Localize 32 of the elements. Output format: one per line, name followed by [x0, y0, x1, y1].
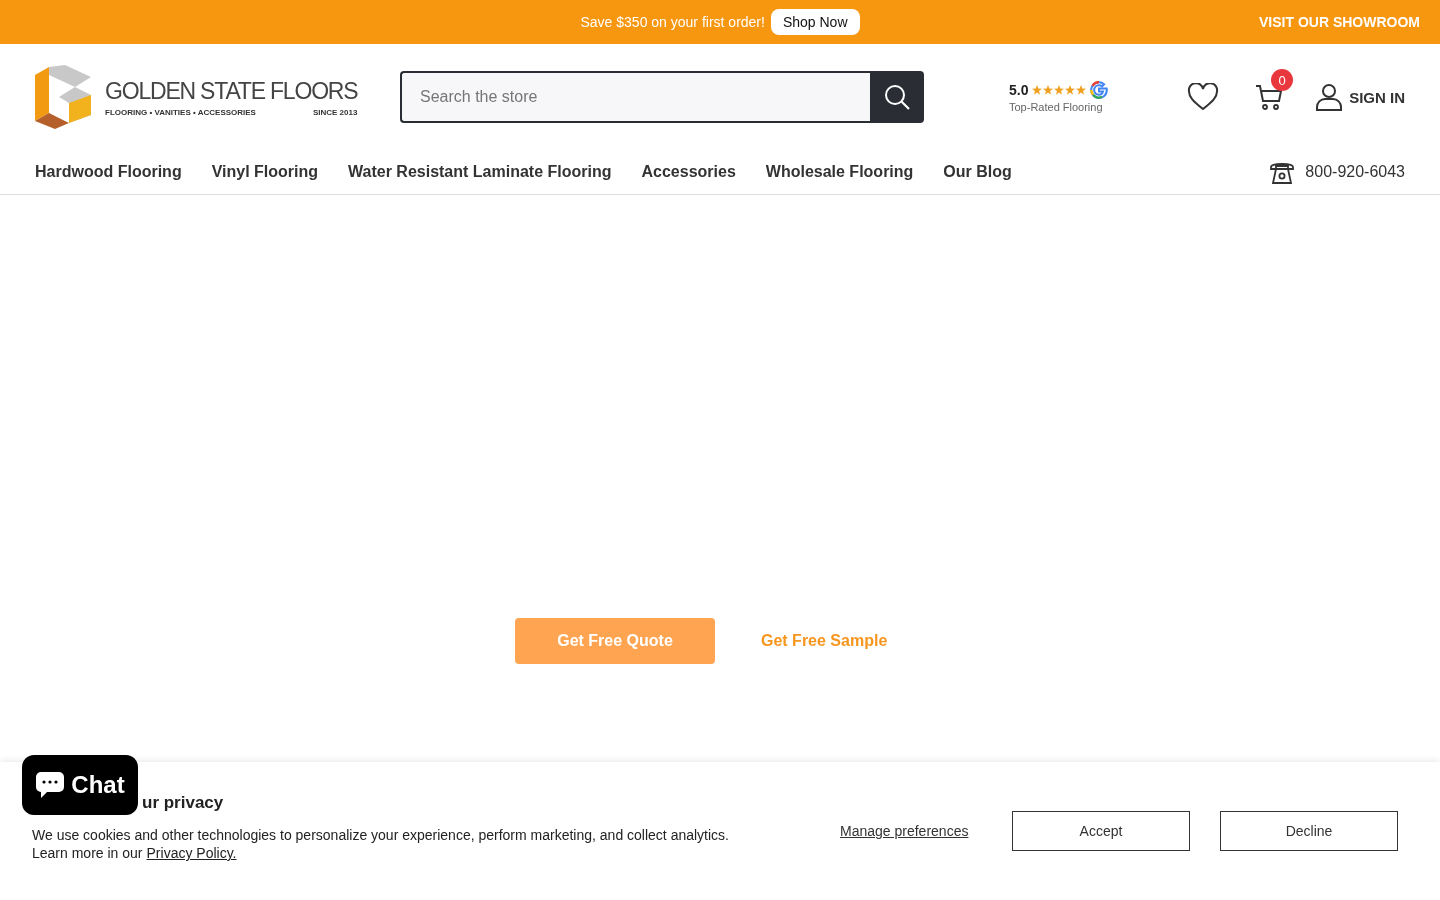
rating-caption: Top-Rated Flooring [1009, 101, 1104, 113]
chat-bubble-icon [35, 770, 66, 800]
search-button[interactable] [870, 71, 924, 123]
logo-wordmark: GOLDEN STATE FLOORS [105, 76, 358, 105]
search-field[interactable]: Search the store [400, 71, 870, 123]
learn-more-text: Learn more in our [32, 845, 143, 861]
rating-score: 5.0 [1009, 82, 1029, 98]
wishlist-heart-icon[interactable] [1187, 83, 1219, 111]
cart-icon[interactable] [1255, 83, 1283, 111]
privacy-title: ur privacy [142, 793, 224, 813]
sign-in-link[interactable]: SIGN IN [1315, 83, 1405, 111]
promo-message: Save $350 on your first order! [580, 14, 765, 30]
chat-button[interactable]: Chat [22, 755, 138, 815]
nav-link[interactable]: Our Blog [943, 163, 1012, 181]
privacy-policy-link[interactable]: Privacy Policy. [146, 845, 237, 861]
user-icon [1315, 83, 1344, 111]
search-icon [883, 83, 911, 111]
cart-count-badge: 0 [1271, 69, 1293, 91]
logo-tagline: FLOORING • VANITIES • ACCESSORIES [105, 107, 256, 118]
shop-now-button[interactable]: Shop Now [770, 9, 860, 35]
decline-button[interactable]: Decline [1220, 811, 1398, 851]
logo-since: SINCE 2013 [312, 107, 358, 118]
nav-link[interactable]: Vinyl Flooring [211, 163, 319, 181]
accept-button[interactable]: Accept [1012, 811, 1190, 851]
nav-link[interactable]: Accessories [641, 163, 736, 181]
nav-link[interactable]: Wholesale Flooring [765, 163, 914, 181]
nav-link[interactable]: Water Resistant Laminate Flooring [348, 163, 612, 181]
google-g-icon [1090, 81, 1109, 99]
phone-number-link[interactable]: 800-920-6043 [1305, 163, 1405, 181]
cookie-text: We use cookies and other technologies to personalize your experience, perform marketing, and collect analytics. [32, 827, 730, 843]
manage-preferences-link[interactable]: Manage preferences [840, 823, 969, 839]
nav-link[interactable]: Hardwood Flooring [35, 163, 182, 181]
